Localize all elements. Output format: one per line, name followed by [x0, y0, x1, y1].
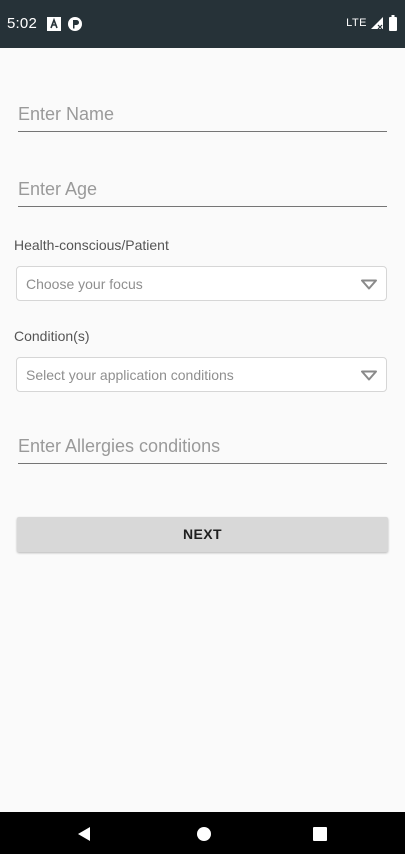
chevron-down-icon — [361, 370, 377, 381]
back-icon[interactable] — [76, 826, 92, 842]
chevron-down-icon — [361, 279, 377, 290]
conditions-dropdown-text: Select your application conditions — [26, 367, 234, 383]
name-placeholder: Enter Name — [18, 104, 115, 124]
recent-apps-icon[interactable] — [313, 827, 327, 841]
notification-a-icon — [47, 17, 61, 31]
signal-icon — [371, 17, 383, 30]
navigation-bar — [0, 812, 405, 854]
app-notification-icon — [68, 17, 82, 31]
allergies-placeholder: Enter Allergies conditions — [18, 436, 221, 456]
home-icon[interactable] — [196, 826, 212, 842]
allergies-input[interactable]: Enter Allergies conditions — [18, 429, 387, 464]
name-input[interactable]: Enter Name — [18, 97, 387, 132]
next-button[interactable]: NEXT — [17, 517, 388, 552]
battery-icon — [389, 15, 397, 31]
status-network: LTE — [346, 17, 367, 29]
focus-dropdown[interactable]: Choose your focus — [16, 266, 387, 301]
age-input[interactable]: Enter Age — [18, 172, 387, 207]
focus-label: Health-conscious/Patient — [14, 237, 169, 253]
conditions-label: Condition(s) — [14, 328, 90, 344]
status-time: 5:02 — [7, 15, 37, 32]
focus-dropdown-text: Choose your focus — [26, 276, 143, 292]
status-bar: 5:02 LTE — [0, 0, 405, 48]
age-placeholder: Enter Age — [18, 179, 98, 199]
conditions-dropdown[interactable]: Select your application conditions — [16, 357, 387, 392]
